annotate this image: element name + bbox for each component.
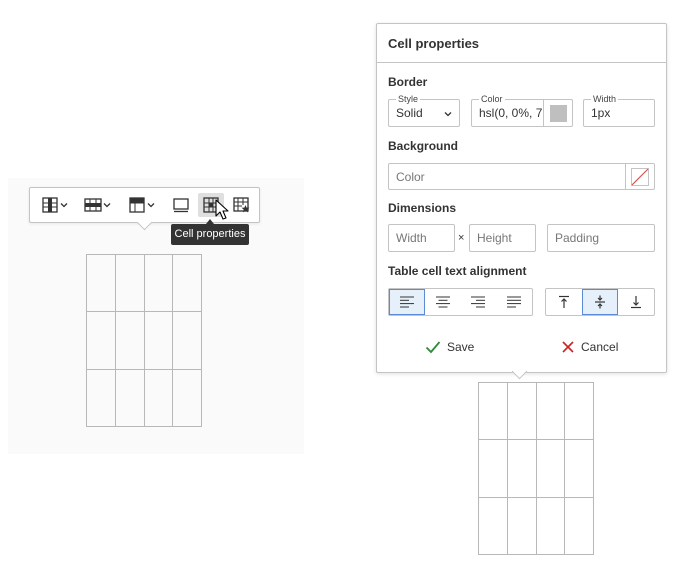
mouse-cursor-icon xyxy=(215,199,229,220)
border-style-label: Style xyxy=(396,94,421,105)
table-cell[interactable] xyxy=(535,381,566,441)
table-cell[interactable] xyxy=(506,381,537,441)
align-middle-button[interactable] xyxy=(582,289,618,315)
tooltip: Cell properties xyxy=(171,224,249,245)
background-color-placeholder: Color xyxy=(396,170,425,184)
table-column-button[interactable] xyxy=(37,193,73,217)
height-input[interactable]: Height xyxy=(469,224,536,252)
table-cell[interactable] xyxy=(564,496,594,556)
chevron-down-icon xyxy=(147,203,155,208)
table-cell[interactable] xyxy=(535,439,566,498)
table-cell[interactable] xyxy=(172,253,202,313)
table-cell[interactable] xyxy=(535,496,566,556)
cancel-label: Cancel xyxy=(581,340,619,354)
chevron-down-icon xyxy=(60,203,68,208)
background-color-picker-button[interactable] xyxy=(625,164,654,189)
table-cell[interactable] xyxy=(143,368,174,428)
panel-title: Cell properties xyxy=(388,36,480,51)
chevron-down-icon xyxy=(103,203,111,208)
table-cell[interactable] xyxy=(143,311,174,370)
dimensions-label: Dimensions xyxy=(388,201,457,215)
table-cell-star-icon xyxy=(233,197,250,213)
table-row-icon xyxy=(84,198,102,212)
align-right-icon xyxy=(471,296,486,308)
table-merge-button[interactable] xyxy=(124,193,160,217)
align-left-button[interactable] xyxy=(389,289,425,315)
align-middle-icon xyxy=(595,295,605,309)
no-color-icon xyxy=(631,167,649,186)
border-color-value: hsl(0, 0%, 7 xyxy=(479,106,543,120)
table-merge-cells-icon xyxy=(129,197,145,213)
save-button[interactable]: Save xyxy=(425,340,474,354)
height-placeholder: Height xyxy=(477,231,512,245)
horizontal-alignment-group xyxy=(388,288,533,316)
check-icon xyxy=(425,341,441,354)
table-row-button[interactable] xyxy=(80,193,116,217)
color-swatch xyxy=(549,104,567,122)
divider xyxy=(377,62,666,63)
border-label: Border xyxy=(388,75,428,89)
border-style-dropdown[interactable]: Style Solid xyxy=(388,94,460,127)
padding-placeholder: Padding xyxy=(555,231,600,245)
table-cell[interactable] xyxy=(172,368,202,428)
close-icon xyxy=(562,341,574,353)
table-cell[interactable] xyxy=(86,368,116,428)
align-bottom-button[interactable] xyxy=(618,289,654,315)
table-cell[interactable] xyxy=(172,311,202,370)
width-placeholder: Width xyxy=(396,231,427,245)
right-table[interactable] xyxy=(478,381,594,556)
table-properties-button[interactable] xyxy=(169,193,193,217)
align-top-button[interactable] xyxy=(546,289,582,315)
table-cell[interactable] xyxy=(478,381,508,441)
border-style-value: Solid xyxy=(396,106,423,120)
table-cell[interactable] xyxy=(114,368,145,428)
vertical-alignment-group xyxy=(545,288,655,316)
background-color-input[interactable]: Color xyxy=(388,163,655,190)
table-cell[interactable] xyxy=(478,439,508,498)
align-top-icon xyxy=(559,295,569,308)
times-sign: × xyxy=(458,232,465,244)
table-cell[interactable] xyxy=(86,311,116,370)
align-left-icon xyxy=(399,296,414,308)
cell-properties-panel: Cell properties Border Style Solid Color… xyxy=(376,23,667,373)
save-label: Save xyxy=(447,340,475,354)
alignment-label: Table cell text alignment xyxy=(388,264,527,278)
cancel-button[interactable]: Cancel xyxy=(561,340,618,354)
chevron-down-icon xyxy=(444,112,452,117)
table-properties-icon xyxy=(173,198,189,213)
border-color-input[interactable]: Color hsl(0, 0%, 7 xyxy=(471,94,573,127)
align-right-button[interactable] xyxy=(461,289,497,315)
table-cell[interactable] xyxy=(564,439,594,498)
table-cell[interactable] xyxy=(506,439,537,498)
width-input[interactable]: Width xyxy=(388,224,455,252)
align-bottom-icon xyxy=(631,296,641,309)
left-table[interactable] xyxy=(86,253,202,428)
background-label: Background xyxy=(388,139,459,153)
color-picker-button[interactable] xyxy=(543,100,572,126)
table-cell[interactable] xyxy=(86,253,116,313)
table-cell[interactable] xyxy=(478,496,508,556)
table-column-icon xyxy=(42,197,58,213)
border-width-input[interactable]: Width 1px xyxy=(583,94,655,127)
align-justify-icon xyxy=(507,296,522,308)
table-cell[interactable] xyxy=(143,253,174,313)
border-width-value: 1px xyxy=(591,106,611,120)
cell-star-button[interactable] xyxy=(228,193,254,217)
border-width-label: Width xyxy=(591,94,619,105)
padding-input[interactable]: Padding xyxy=(547,224,655,252)
align-justify-button[interactable] xyxy=(496,289,532,315)
table-cell[interactable] xyxy=(114,311,145,370)
table-cell[interactable] xyxy=(114,253,145,313)
table-cell[interactable] xyxy=(506,496,537,556)
align-center-icon xyxy=(435,296,450,308)
border-color-label: Color xyxy=(479,94,505,105)
align-center-button[interactable] xyxy=(425,289,461,315)
table-cell[interactable] xyxy=(564,381,594,441)
